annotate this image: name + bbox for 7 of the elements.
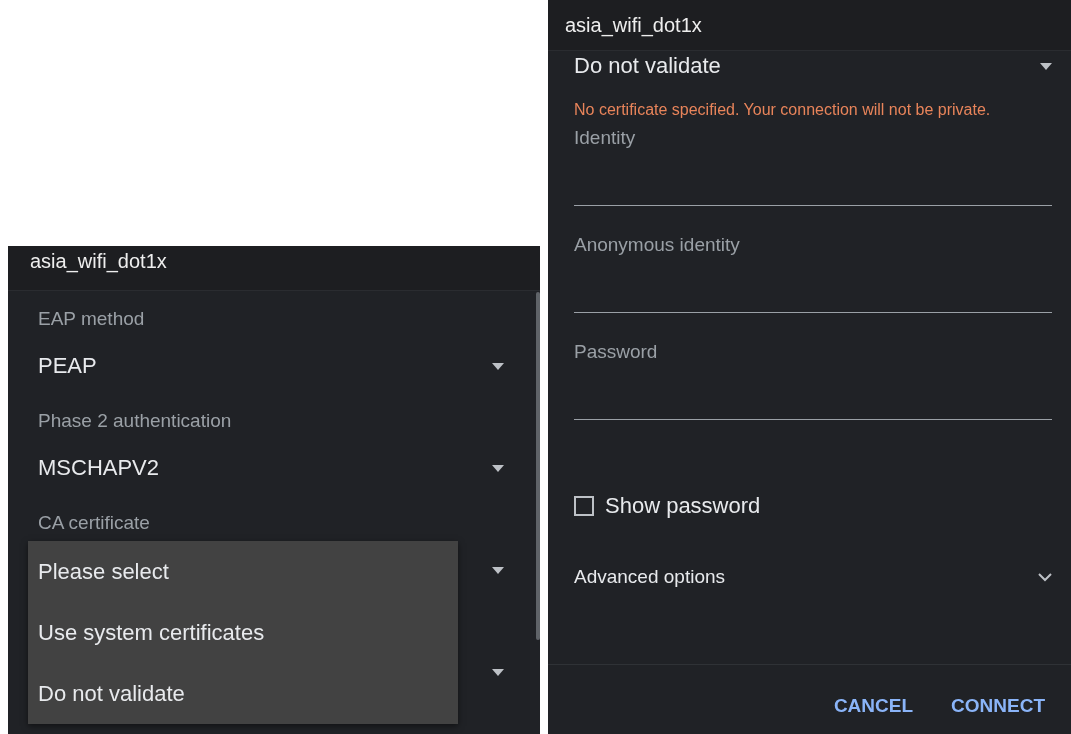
- warning-text: No certificate specified. Your connection will not be private.: [574, 100, 992, 120]
- field-label: Phase 2 authentication: [38, 409, 233, 433]
- field-label: CA certificate: [38, 511, 151, 535]
- dialog-title: asia_wifi_dot1x: [548, 0, 1071, 51]
- field-label: EAP method: [38, 307, 146, 331]
- checkbox-label: Show password: [605, 493, 761, 519]
- dialog-title: asia_wifi_dot1x: [8, 246, 540, 291]
